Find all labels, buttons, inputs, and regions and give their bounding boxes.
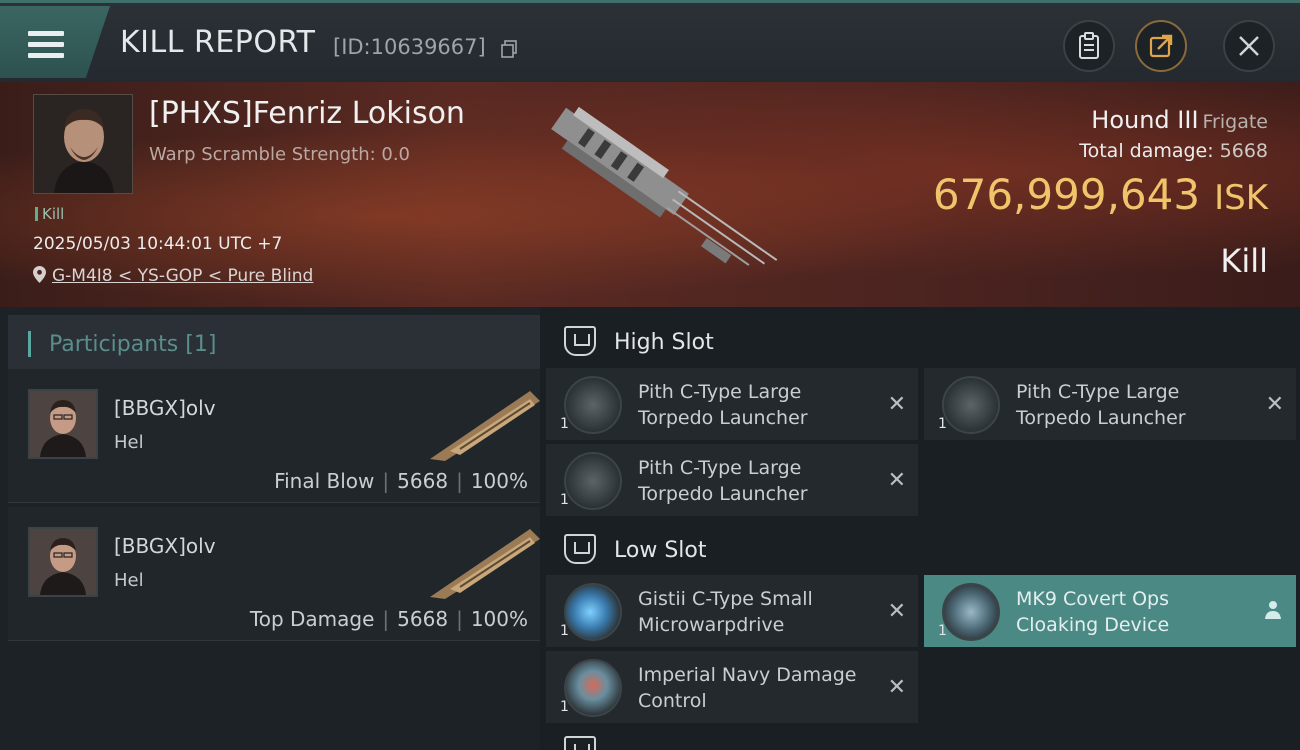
top-header: KILL REPORT [ID:10639667] [0,0,1300,82]
person-icon [1265,601,1281,619]
module-quantity: 1 [560,416,569,432]
destroyed-x-icon: ✕ [887,599,906,624]
cloaking-device-icon [942,583,1000,641]
torpedo-launcher-icon [942,376,1000,434]
participant-portrait[interactable] [28,527,98,597]
share-button[interactable] [1135,20,1187,72]
torpedo-launcher-icon [564,452,622,510]
module-name: Pith C-Type Large Torpedo Launcher [1016,381,1186,429]
kill-status: Kill [1220,242,1268,280]
kill-datetime: 2025/05/03 10:44:01 UTC +7 [33,234,283,254]
kill-type-tag: Kill [35,205,64,223]
clipboard-button[interactable] [1063,20,1115,72]
isk-value: 676,999,643 ISK [932,170,1268,219]
copy-icon[interactable] [500,40,518,58]
participants-panel: Participants [1] [BBGX]olv Hel Final Blo… [0,307,540,750]
module-low-slot-dropped[interactable]: 1 MK9 Covert Ops Cloaking Device [924,575,1296,647]
participant-row[interactable]: [BBGX]olv Hel Top Damage | 5668 | 100% [8,507,540,641]
share-icon [1149,34,1173,58]
kill-location[interactable]: G-M4I8 < YS-GOP < Pure Blind [33,266,313,286]
module-name: MK9 Covert Ops Cloaking Device [1016,588,1170,636]
low-slot-title: Low Slot [614,538,707,563]
module-name: Pith C-Type Large Torpedo Launcher [638,381,808,429]
module-high-slot[interactable]: 1 Pith C-Type Large Torpedo Launcher ✕ [546,444,918,516]
victim-portrait[interactable] [33,94,133,194]
fittings-panel: High Slot 1 Pith C-Type Large Torpedo La… [540,307,1300,750]
participant-stats: Final Blow | 5668 | 100% [274,469,528,493]
module-quantity: 1 [560,623,569,639]
participants-header: Participants [1] [8,315,540,370]
high-slot-title: High Slot [614,330,714,355]
participant-portrait[interactable] [28,389,98,459]
destroyed-x-icon: ✕ [887,468,906,493]
destroyed-x-icon: ✕ [887,675,906,700]
module-name: Imperial Navy Damage Control [638,664,857,712]
kill-id: [ID:10639667] [333,35,486,59]
module-name: Pith C-Type Large Torpedo Launcher [638,457,808,505]
low-slot-header: Low Slot [548,520,1300,575]
victim-name[interactable]: [PHXS]Fenriz Lokison [149,96,465,131]
participant-ship: Hel [114,570,144,591]
module-quantity: 1 [560,492,569,508]
destroyed-x-icon: ✕ [1265,392,1284,417]
participant-stats: Top Damage | 5668 | 100% [249,607,528,631]
module-quantity: 1 [938,416,947,432]
total-damage: Total damage: 5668 [1079,140,1268,162]
module-name: Gistii C-Type Small Microwarpdrive [638,588,813,636]
participant-row[interactable]: [BBGX]olv Hel Final Blow | 5668 | 100% [8,369,540,503]
slot-icon [564,736,596,750]
clipboard-icon [1079,32,1099,59]
module-low-slot[interactable]: 1 Gistii C-Type Small Microwarpdrive ✕ [546,575,918,647]
participant-ship-image [430,391,540,461]
participant-ship: Hel [114,432,144,453]
next-slot-header [548,732,1300,750]
close-button[interactable] [1223,20,1275,72]
participant-ship-image [430,529,540,599]
microwarpdrive-icon [564,583,622,641]
victim-ship-name[interactable]: Hound III Frigate [1091,106,1268,134]
module-low-slot[interactable]: 1 Imperial Navy Damage Control ✕ [546,651,918,723]
participant-name[interactable]: [BBGX]olv [114,534,216,558]
module-high-slot[interactable]: 1 Pith C-Type Large Torpedo Launcher ✕ [924,368,1296,440]
close-icon [1239,36,1259,56]
page-title: KILL REPORT [120,25,316,60]
damage-control-icon [564,659,622,717]
module-quantity: 1 [560,699,569,715]
menu-tab[interactable] [0,6,110,78]
victim-ship-image [551,106,778,266]
high-slot-header: High Slot [548,312,1300,367]
location-pin-icon [33,266,46,283]
module-quantity: 1 [938,623,947,639]
warp-scramble-strength: Warp Scramble Strength: 0.0 [149,144,411,165]
victim-banner: [PHXS]Fenriz Lokison Warp Scramble Stren… [0,82,1300,307]
hamburger-menu-icon[interactable] [28,31,64,61]
destroyed-x-icon: ✕ [887,392,906,417]
torpedo-launcher-icon [564,376,622,434]
high-slot-icon [564,326,596,356]
low-slot-icon [564,534,596,564]
participant-name[interactable]: [BBGX]olv [114,396,216,420]
module-high-slot[interactable]: 1 Pith C-Type Large Torpedo Launcher ✕ [546,368,918,440]
participants-title: Participants [1] [49,332,217,357]
